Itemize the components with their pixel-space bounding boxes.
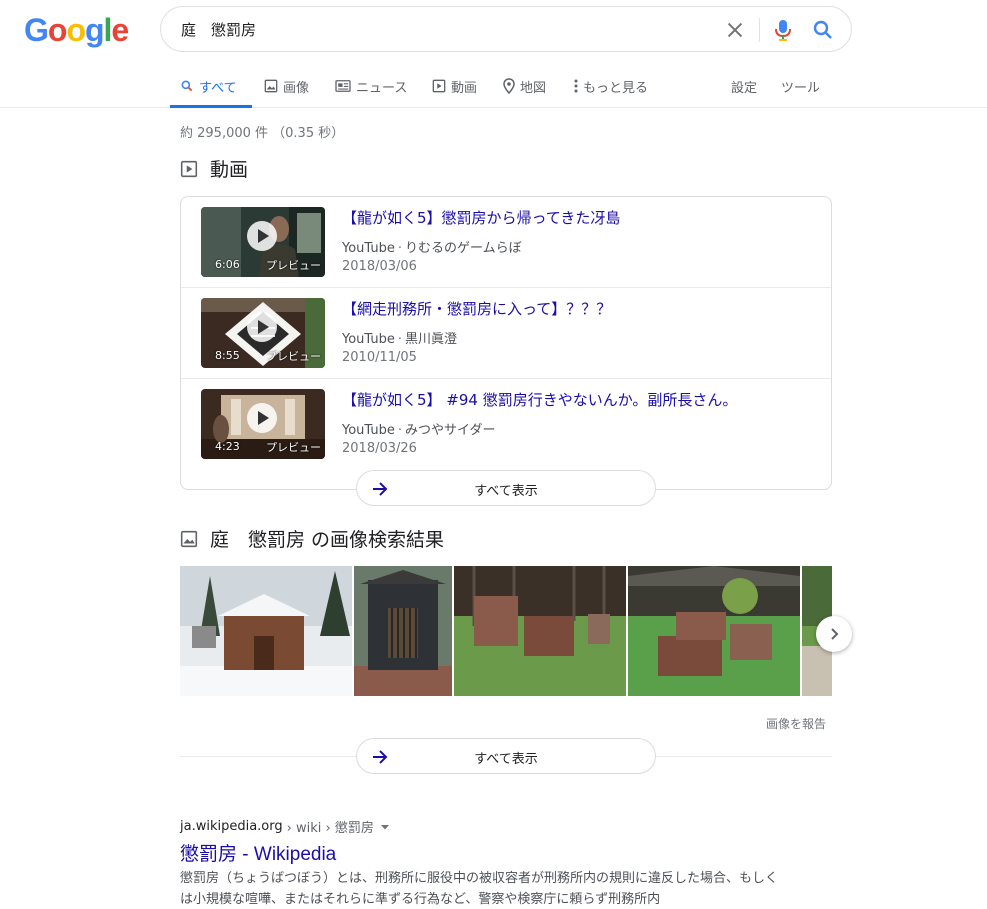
video-thumbnail[interactable]: 4:23 プレビュー <box>201 389 325 459</box>
google-logo[interactable]: Google <box>24 12 129 49</box>
microphone-icon[interactable] <box>773 18 793 42</box>
result-domain: ja.wikipedia.org <box>180 819 283 834</box>
section-title: 動画 <box>210 159 249 181</box>
tab-images[interactable]: 画像 <box>264 76 309 96</box>
video-icon <box>180 160 198 177</box>
images-heading: 庭 懲罰房 の画像検索結果 <box>180 525 444 552</box>
search-divider <box>759 18 760 42</box>
tab-more[interactable]: もっと見る <box>574 76 648 96</box>
logo-letter: G <box>24 12 49 48</box>
search-input[interactable] <box>181 17 701 41</box>
news-icon <box>335 80 351 92</box>
caret-down-icon[interactable] <box>378 820 392 834</box>
video-duration: 4:23 <box>215 440 240 453</box>
image-brick-ruins-lawn <box>628 566 800 696</box>
tab-tools[interactable]: ツール <box>781 76 820 96</box>
video-title[interactable]: 【網走刑務所・懲罰房に入って】？？？ <box>342 298 611 319</box>
video-source: YouTube · りむるのゲームらぼ <box>342 241 522 256</box>
preview-label: プレビュー <box>266 441 321 454</box>
video-platform: YouTube <box>342 332 395 347</box>
tab-label: ニュース <box>356 80 408 96</box>
image-snowy-hut <box>180 566 352 696</box>
video-source: YouTube · 黒川眞澄 <box>342 332 458 347</box>
map-pin-icon <box>503 78 515 94</box>
video-thumbnail[interactable]: 8:55 プレビュー <box>201 298 325 368</box>
play-icon <box>247 221 277 251</box>
video-duration: 6:06 <box>215 258 240 271</box>
video-duration: 8:55 <box>215 349 240 362</box>
result-snippet: 懲罰房（ちょうばつぼう）とは、刑務所に服役中の被収容者が刑務所内の規則に違反した… <box>180 871 779 907</box>
show-all-label: すべて表示 <box>474 752 538 767</box>
tab-news[interactable]: ニュース <box>335 76 407 96</box>
chevron-right-icon <box>831 628 839 640</box>
result-stats: 約 295,000 件 （0.35 秒） <box>180 126 345 141</box>
video-title[interactable]: 【龍が如く5】懲罰房から帰ってきた冴島 <box>342 207 620 228</box>
play-icon <box>247 312 277 342</box>
image-cell-booth <box>354 566 452 696</box>
video-icon <box>432 79 446 93</box>
video-channel: 黒川眞澄 <box>405 332 458 347</box>
active-tab-indicator <box>170 105 252 108</box>
logo-letter: l <box>103 12 113 48</box>
video-thumbnail[interactable]: 6:06 プレビュー <box>201 207 325 277</box>
logo-letter: g <box>84 12 105 48</box>
image-result[interactable] <box>628 566 800 696</box>
images-next-button[interactable] <box>816 616 852 652</box>
tab-label: ツール <box>781 80 821 96</box>
tab-videos[interactable]: 動画 <box>432 76 477 96</box>
video-item[interactable]: 8:55 プレビュー 【網走刑務所・懲罰房に入って】？？？ YouTube · 黒川… <box>181 288 831 379</box>
preview-label: プレビュー <box>266 350 321 363</box>
video-platform: YouTube <box>342 423 395 438</box>
result-title-link[interactable]: 懲罰房 - Wikipedia <box>180 839 336 866</box>
image-result[interactable] <box>454 566 626 696</box>
play-icon <box>247 403 277 433</box>
tab-label: もっと見る <box>583 80 649 96</box>
tab-label: 画像 <box>283 80 310 96</box>
preview-label: プレビュー <box>266 259 321 272</box>
tab-label: 設定 <box>731 80 758 96</box>
report-images-link[interactable]: 画像を報告 <box>766 715 826 732</box>
video-item[interactable]: 6:06 プレビュー 【龍が如く5】懲罰房から帰ってきた冴島 YouTube · り… <box>181 197 831 288</box>
image-icon <box>180 530 198 547</box>
search-tabs: すべて 画像 ニュース 動画 地図 もっと見る 設定 ツール <box>0 62 987 108</box>
video-title[interactable]: 【龍が如く5】 #94 懲罰房行きやないんか。副所長さん。 <box>342 389 737 410</box>
close-icon[interactable] <box>724 19 746 41</box>
video-item[interactable]: 4:23 プレビュー 【龍が如く5】 #94 懲罰房行きやないんか。副所長さん。… <box>181 379 831 470</box>
logo-letter: e <box>111 12 129 48</box>
logo-letter: o <box>66 12 86 48</box>
video-platform: YouTube <box>342 241 395 256</box>
logo-letter: o <box>47 12 68 48</box>
videos-heading: 動画 <box>180 155 248 182</box>
video-date: 2018/03/26 <box>342 441 417 456</box>
tab-label: 動画 <box>451 80 478 96</box>
tab-maps[interactable]: 地図 <box>503 76 546 96</box>
image-result[interactable] <box>180 566 352 696</box>
video-channel: りむるのゲームらぼ <box>405 241 522 256</box>
search-icon <box>181 80 193 92</box>
search-icon[interactable] <box>811 18 835 42</box>
video-date: 2018/03/06 <box>342 259 417 274</box>
videos-show-all-button[interactable]: すべて表示 <box>356 470 656 506</box>
section-title: 庭 懲罰房 の画像検索結果 <box>210 529 445 551</box>
video-channel: みつやサイダー <box>405 423 496 438</box>
tab-all[interactable]: すべて <box>180 76 237 96</box>
tab-settings[interactable]: 設定 <box>731 76 757 96</box>
image-strip <box>180 566 832 696</box>
video-carousel: 6:06 プレビュー 【龍が如く5】懲罰房から帰ってきた冴島 YouTube · り… <box>180 196 832 490</box>
result-breadcrumb[interactable]: ja.wikipedia.org › wiki › 懲罰房 <box>180 817 392 836</box>
search-box <box>160 6 852 52</box>
result-path: › wiki › 懲罰房 <box>286 821 374 836</box>
image-brick-ruins <box>454 566 626 696</box>
image-icon <box>264 79 278 93</box>
video-source: YouTube · みつやサイダー <box>342 423 496 438</box>
tab-label: すべて <box>199 80 237 96</box>
image-result[interactable] <box>354 566 452 696</box>
show-all-label: すべて表示 <box>474 484 538 499</box>
more-vert-icon <box>574 79 578 93</box>
images-show-all-button[interactable]: すべて表示 <box>356 738 656 774</box>
video-date: 2010/11/05 <box>342 350 417 365</box>
tab-label: 地図 <box>520 80 547 96</box>
